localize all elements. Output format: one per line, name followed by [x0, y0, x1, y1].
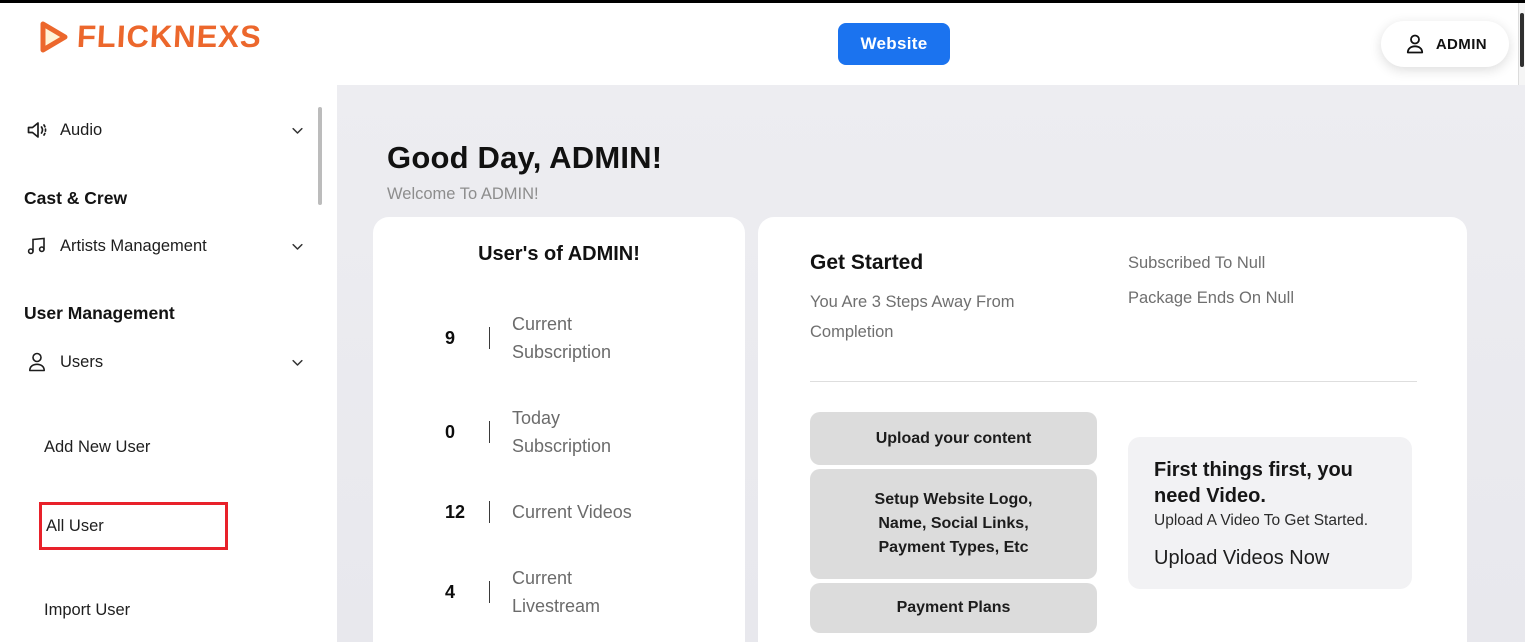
- upload-videos-now-link[interactable]: Upload Videos Now: [1154, 547, 1329, 570]
- sidebar-item-artists-management[interactable]: Artists Management: [0, 222, 337, 270]
- music-note-icon: [24, 233, 50, 259]
- sidebar-item-import-user[interactable]: Import User: [0, 586, 337, 634]
- page-title: Good Day, ADMIN!: [387, 140, 1525, 176]
- stats-card-title: User's of ADMIN!: [373, 243, 745, 266]
- stat-value: 0: [445, 422, 471, 443]
- speaker-icon: [24, 117, 50, 143]
- scrollbar-thumb[interactable]: [1520, 13, 1524, 67]
- chevron-down-icon: [290, 239, 305, 254]
- page-scrollbar[interactable]: [1518, 3, 1525, 85]
- stat-label: Current Subscription: [512, 310, 652, 366]
- users-stats-card: User's of ADMIN! 9 Current Subscription …: [373, 217, 745, 642]
- card-divider: [810, 381, 1417, 382]
- stat-value: 9: [445, 328, 471, 349]
- sidebar-item-users[interactable]: Users: [0, 338, 337, 386]
- upload-content-button[interactable]: Upload your content: [810, 412, 1097, 465]
- app-header: FLICKNEXS Website ADMIN: [0, 3, 1525, 85]
- stat-value: 12: [445, 502, 471, 523]
- stat-divider: [489, 421, 490, 443]
- stat-divider: [489, 581, 490, 603]
- stat-divider: [489, 501, 490, 523]
- stat-row-current-videos: 12 Current Videos: [373, 498, 745, 526]
- sidebar-item-label: Users: [60, 353, 103, 372]
- sidebar-heading-cast-crew: Cast & Crew: [0, 174, 337, 222]
- brand-logo[interactable]: FLICKNEXS: [38, 19, 262, 55]
- package-ends-text: Package Ends On Null: [1128, 289, 1294, 308]
- sidebar-heading-user-management: User Management: [0, 289, 337, 337]
- stat-row-current-livestream: 4 Current Livestream: [373, 564, 745, 620]
- stat-label: Current Videos: [512, 498, 652, 526]
- main-content: Good Day, ADMIN! Welcome To ADMIN! User'…: [337, 85, 1525, 642]
- video-prompt-title: First things first, you need Video.: [1154, 457, 1386, 509]
- stat-divider: [489, 327, 490, 349]
- subscribed-to-text: Subscribed To Null: [1128, 254, 1294, 273]
- payment-plans-button[interactable]: Payment Plans: [810, 583, 1097, 633]
- admin-menu-button[interactable]: ADMIN: [1381, 21, 1509, 67]
- brand-name: FLICKNEXS: [76, 19, 263, 55]
- setup-website-button[interactable]: Setup Website Logo, Name, Social Links, …: [810, 469, 1097, 579]
- stat-value: 4: [445, 582, 471, 603]
- chevron-down-icon: [290, 355, 305, 370]
- stat-row-today-subscription: 0 Today Subscription: [373, 404, 745, 460]
- greeting-block: Good Day, ADMIN! Welcome To ADMIN!: [387, 140, 1525, 204]
- stat-label: Today Subscription: [512, 404, 652, 460]
- admin-button-label: ADMIN: [1436, 36, 1487, 53]
- sidebar-item-all-user[interactable]: All User: [39, 502, 228, 550]
- play-icon: [38, 19, 70, 55]
- website-button[interactable]: Website: [838, 23, 950, 65]
- stat-row-current-subscription: 9 Current Subscription: [373, 310, 745, 366]
- sidebar-item-label: Artists Management: [60, 237, 207, 256]
- sidebar-item-label: Audio: [60, 121, 102, 140]
- video-prompt-box: First things first, you need Video. Uplo…: [1128, 437, 1412, 589]
- sidebar-item-audio[interactable]: Audio: [0, 106, 337, 154]
- progress-text: You Are 3 Steps Away From Completion: [810, 287, 1060, 347]
- get-started-title: Get Started: [810, 251, 1128, 275]
- get-started-card: Get Started You Are 3 Steps Away From Co…: [758, 217, 1467, 642]
- sidebar-item-add-new-user[interactable]: Add New User: [0, 423, 337, 471]
- user-icon: [1403, 32, 1427, 56]
- chevron-down-icon: [290, 123, 305, 138]
- sidebar: Audio Cast & Crew Artists Management Use…: [0, 85, 337, 642]
- stat-label: Current Livestream: [512, 564, 652, 620]
- user-icon: [24, 349, 50, 375]
- page-subtitle: Welcome To ADMIN!: [387, 185, 1525, 204]
- video-prompt-subtitle: Upload A Video To Get Started.: [1154, 512, 1386, 530]
